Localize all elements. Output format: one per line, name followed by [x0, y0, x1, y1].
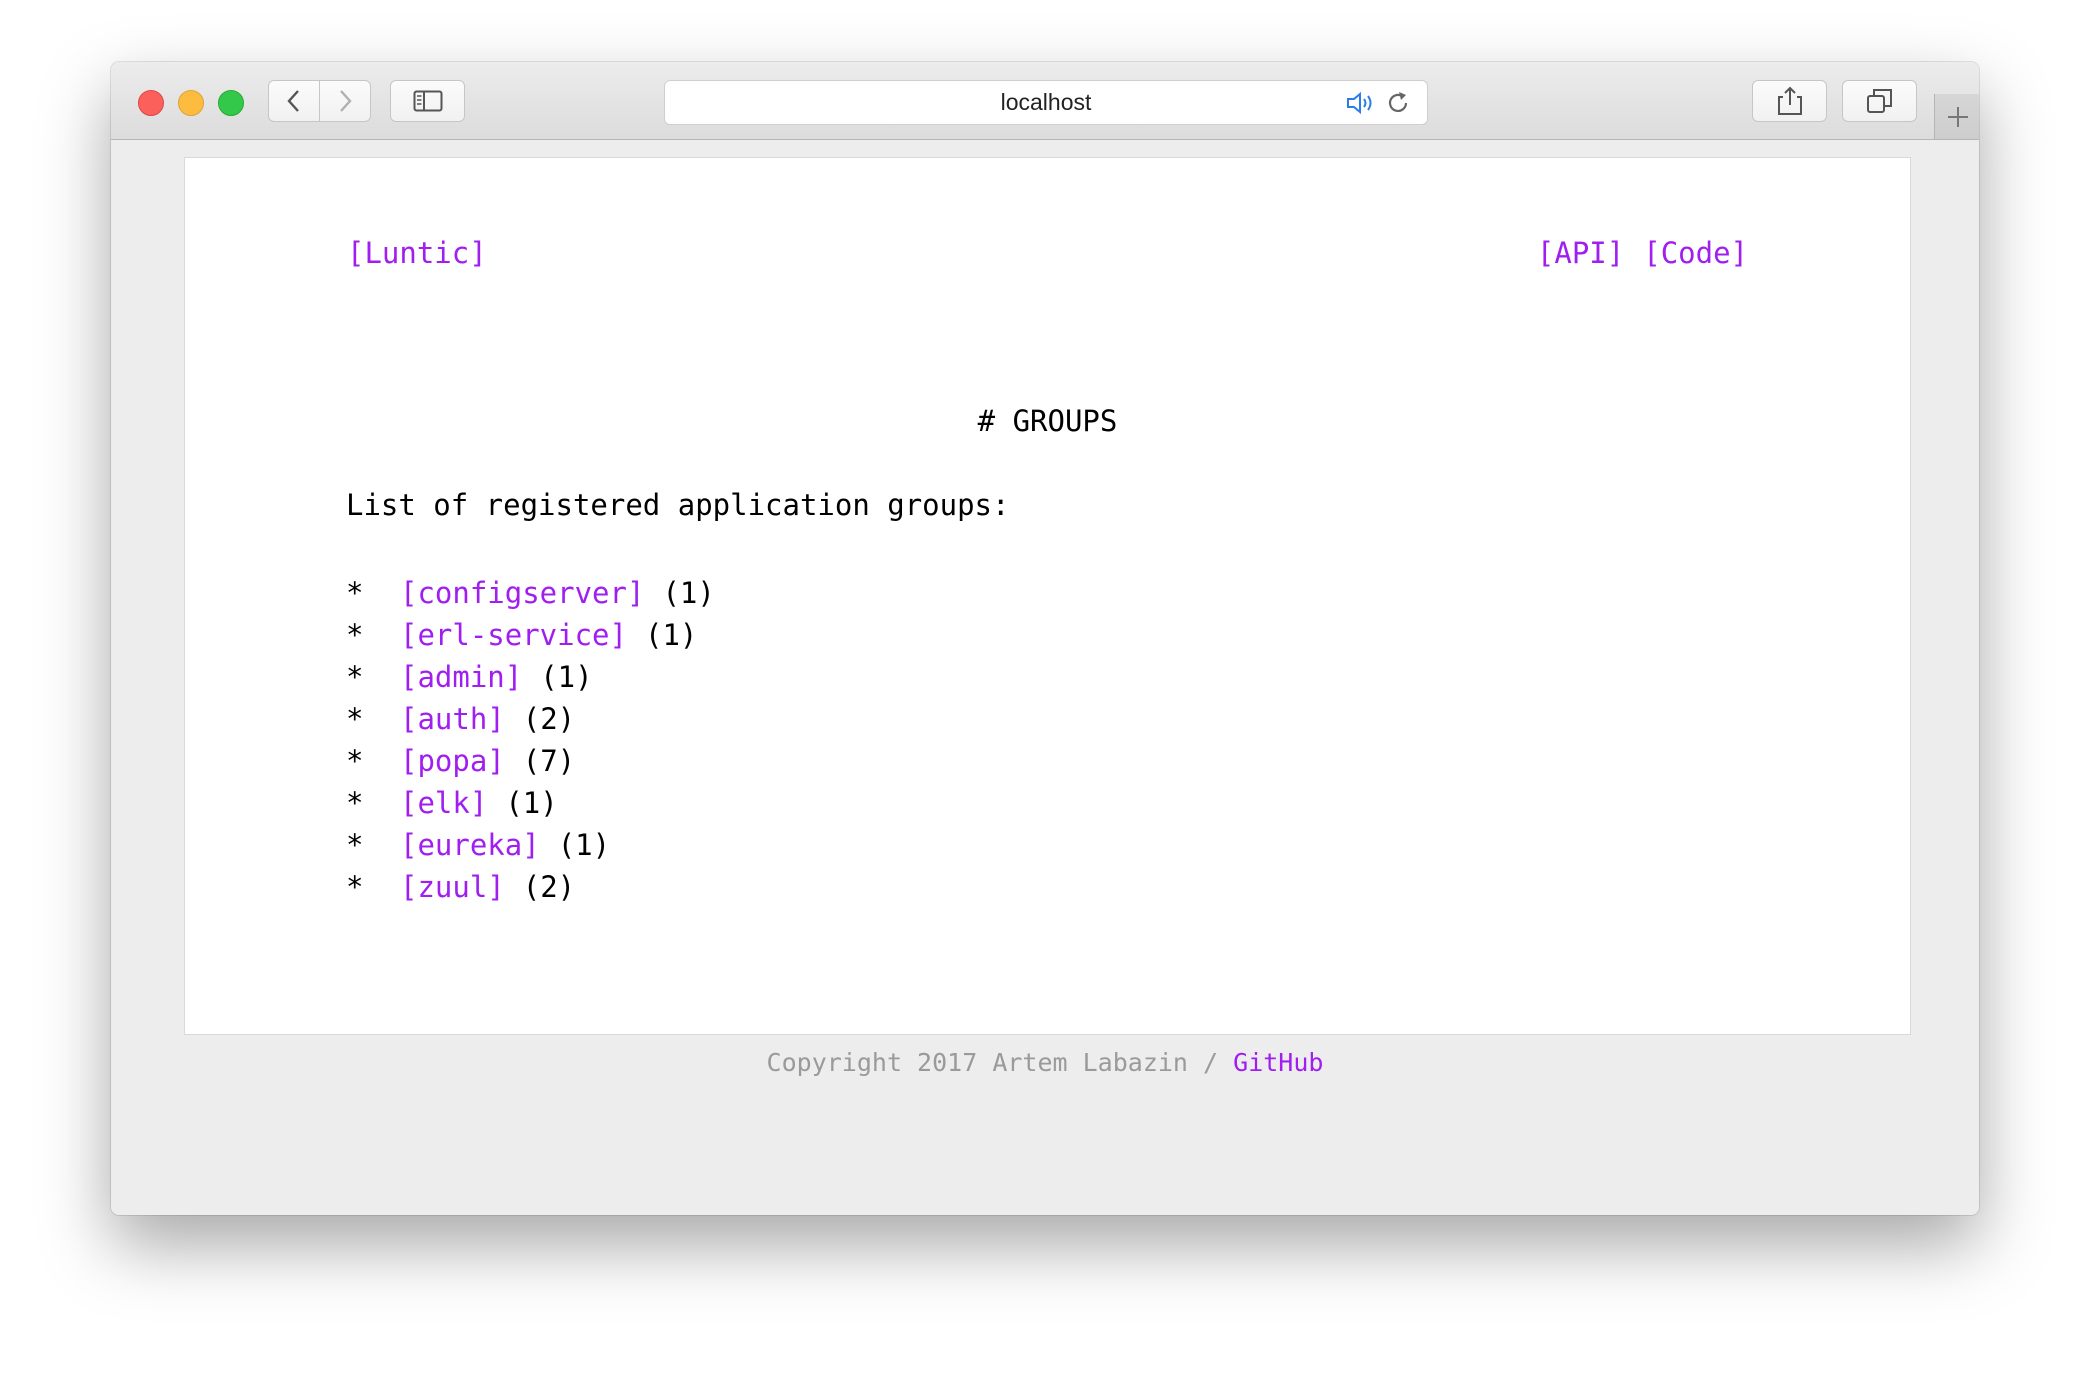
chevron-right-icon [340, 90, 352, 112]
group-link-zuul[interactable]: [zuul] [400, 870, 505, 904]
group-link-admin[interactable]: [admin] [400, 660, 522, 694]
list-item: * [configserver] (1) [346, 572, 715, 614]
list-item: * [auth] (2) [346, 698, 715, 740]
group-count: (1) [505, 786, 558, 820]
page-viewport: [Luntic] [API] [Code] # GROUPS List of r… [111, 140, 1979, 1215]
browser-window: localhost [Luntic] [API] [Code] # GROUPS… [111, 62, 1979, 1215]
list-item: * [eureka] (1) [346, 824, 715, 866]
group-count: (1) [644, 618, 698, 652]
forward-button[interactable] [319, 80, 371, 122]
bullet: * [346, 786, 364, 820]
github-link[interactable]: GitHub [1233, 1048, 1323, 1077]
group-count: (1) [662, 576, 715, 610]
footer: Copyright 2017 Artem Labazin / GitHub [111, 1048, 1979, 1077]
chevron-left-icon [287, 90, 299, 112]
api-link[interactable]: [API] [1537, 236, 1624, 270]
brand-link[interactable]: [Luntic] [347, 236, 487, 270]
browser-toolbar: localhost [111, 62, 1979, 140]
intro-text: List of registered application groups: [346, 488, 1010, 522]
bullet: * [346, 828, 364, 862]
close-window-button[interactable] [138, 90, 164, 116]
group-list: * [configserver] (1) * [erl-service] (1) * [a… [346, 572, 715, 908]
bullet: * [346, 618, 364, 652]
speaker-icon[interactable] [1345, 90, 1377, 116]
address-bar[interactable]: localhost [664, 80, 1428, 125]
maximize-window-button[interactable] [218, 90, 244, 116]
plus-icon [1948, 106, 1968, 127]
url-text: localhost [1000, 89, 1092, 115]
group-link-auth[interactable]: [auth] [400, 702, 505, 736]
code-link[interactable]: [Code] [1643, 236, 1748, 270]
group-link-popa[interactable]: [popa] [400, 744, 505, 778]
group-count: (1) [557, 828, 611, 862]
sidebar-toggle-button[interactable] [390, 80, 465, 122]
list-item: * [zuul] (2) [346, 866, 715, 908]
group-count: (7) [522, 744, 576, 778]
group-count: (1) [540, 660, 593, 694]
bullet: * [346, 702, 364, 736]
list-item: * [elk] (1) [346, 782, 715, 824]
group-link-elk[interactable]: [elk] [400, 786, 487, 820]
back-button[interactable] [268, 80, 320, 122]
show-tabs-button[interactable] [1842, 80, 1917, 122]
group-link-eureka[interactable]: [eureka] [400, 828, 540, 862]
share-icon [1777, 86, 1802, 115]
bullet: * [346, 744, 364, 778]
main-card: [Luntic] [API] [Code] # GROUPS List of r… [184, 157, 1911, 1035]
bullet: * [346, 660, 364, 694]
list-item: * [popa] (7) [346, 740, 715, 782]
group-link-configserver[interactable]: [configserver] [400, 576, 644, 610]
sidebar-icon [413, 90, 442, 112]
minimize-window-button[interactable] [178, 90, 204, 116]
new-tab-button[interactable] [1934, 94, 1979, 139]
copyright-text: Copyright 2017 Artem Labazin / [766, 1048, 1234, 1077]
bullet: * [346, 870, 364, 904]
group-link-erl-service[interactable]: [erl-service] [400, 618, 627, 652]
tabs-icon [1866, 89, 1892, 113]
reload-icon[interactable] [1385, 90, 1411, 116]
top-nav: [API] [Code] [1537, 236, 1748, 270]
share-button[interactable] [1752, 80, 1827, 122]
group-count: (2) [522, 702, 576, 736]
bullet: * [346, 576, 364, 610]
group-count: (2) [522, 870, 576, 904]
list-item: * [erl-service] (1) [346, 614, 715, 656]
list-item: * [admin] (1) [346, 656, 715, 698]
page-title: # GROUPS [977, 404, 1118, 438]
